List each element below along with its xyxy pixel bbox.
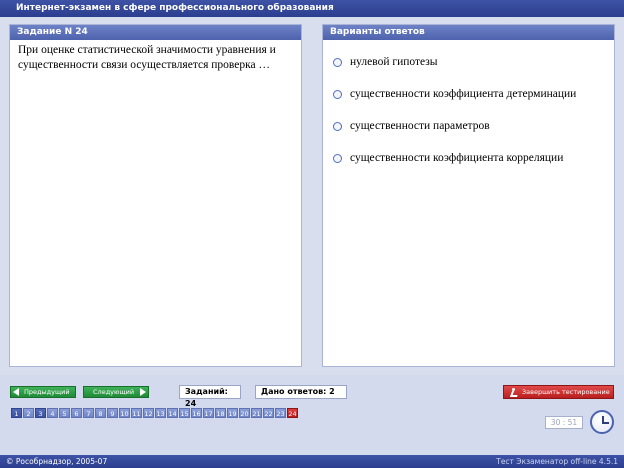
page-button[interactable]: 1 [11, 408, 22, 418]
page-button[interactable]: 23 [275, 408, 286, 418]
radio-button[interactable] [333, 121, 342, 131]
page-button[interactable]: 3 [35, 408, 46, 418]
answer-option[interactable]: существенности коэффициента корреляции [323, 142, 614, 174]
footer: © Рособрнадзор, 2005-07 Тест Экзаменатор… [0, 455, 624, 468]
answer-option-label: существенности коэффициента детерминации [350, 88, 577, 100]
window-title: Интернет-экзамен в сфере профессионально… [0, 0, 624, 17]
arrow-right-icon [140, 388, 147, 396]
page-button[interactable]: 8 [95, 408, 106, 418]
finish-test-label: Завершить тестирование [522, 388, 610, 396]
page-button[interactable]: 12 [143, 408, 154, 418]
page-button[interactable]: 9 [107, 408, 118, 418]
page-button[interactable]: 13 [155, 408, 166, 418]
question-panel: Задание N 24 При оценке статистической з… [9, 24, 302, 367]
arrow-left-icon [13, 388, 19, 396]
page-button[interactable]: 2 [23, 408, 34, 418]
question-header: Задание N 24 [10, 25, 301, 40]
page-button[interactable]: 7 [83, 408, 94, 418]
page-button[interactable]: 14 [167, 408, 178, 418]
finish-test-button[interactable]: Завершить тестирование [503, 385, 614, 399]
answers-count: Дано ответов: 2 [255, 385, 347, 399]
version-text: Тест Экзаменатор off-line 4.5.1 [496, 457, 618, 466]
previous-button-label: Предыдущий [24, 388, 70, 396]
copyright-text: © Рособрнадзор, 2005-07 [6, 457, 108, 466]
page-button[interactable]: 4 [47, 408, 58, 418]
radio-button[interactable] [333, 89, 342, 99]
answer-options-list: нулевой гипотезы существенности коэффици… [323, 40, 614, 174]
clock-icon [590, 410, 614, 434]
page-button[interactable]: 21 [251, 408, 262, 418]
answer-option-label: существенности параметров [350, 120, 490, 132]
next-button-label: Следующий [93, 388, 135, 396]
page-button[interactable]: 16 [191, 408, 202, 418]
page-button[interactable]: 11 [131, 408, 142, 418]
page-button[interactable]: 17 [203, 408, 214, 418]
page-button[interactable]: 22 [263, 408, 274, 418]
runner-icon [510, 388, 518, 396]
answer-option-label: существенности коэффициента корреляции [350, 152, 564, 164]
answer-option[interactable]: существенности параметров [323, 110, 614, 142]
answer-option-label: нулевой гипотезы [350, 56, 438, 68]
answers-header: Варианты ответов [323, 25, 614, 40]
radio-button[interactable] [333, 57, 342, 67]
page-button[interactable]: 18 [215, 408, 226, 418]
page-button[interactable]: 15 [179, 408, 190, 418]
page-button[interactable]: 19 [227, 408, 238, 418]
answer-option[interactable]: нулевой гипотезы [323, 46, 614, 78]
question-text: При оценке статистической значимости ура… [18, 44, 276, 71]
question-pagination: 1 2 3 4 5 6 7 8 9 10 11 12 13 14 15 16 17 18 19 20 21 22 23 24 [11, 408, 298, 418]
answer-option[interactable]: существенности коэффициента детерминации [323, 78, 614, 110]
page-button[interactable]: 24 [287, 408, 298, 418]
page-button[interactable]: 5 [59, 408, 70, 418]
radio-button[interactable] [333, 153, 342, 163]
timer-display: 30 : 51 [545, 416, 583, 429]
tasks-count: Заданий: 24 [179, 385, 241, 408]
page-button[interactable]: 10 [119, 408, 130, 418]
page-button[interactable]: 20 [239, 408, 250, 418]
previous-button[interactable]: Предыдущий [10, 386, 76, 398]
next-button[interactable]: Следующий [83, 386, 149, 398]
answers-panel: Варианты ответов нулевой гипотезы сущест… [322, 24, 615, 367]
page-button[interactable]: 6 [71, 408, 82, 418]
